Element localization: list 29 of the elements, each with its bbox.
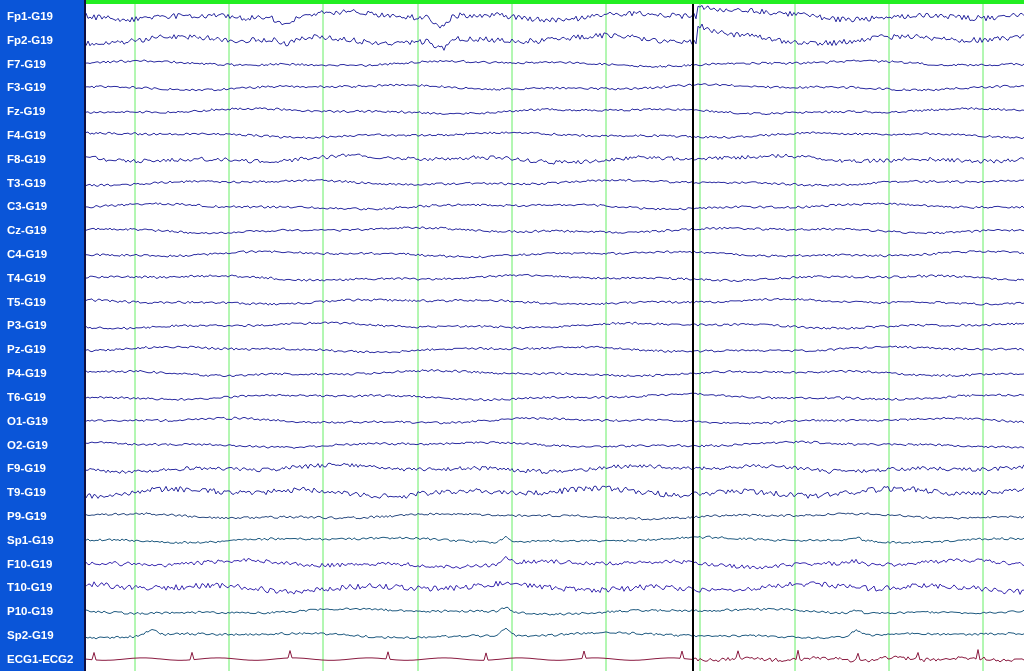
channel-label: Fz-G19 <box>6 104 47 120</box>
channel-label: O2-G19 <box>6 437 49 453</box>
channel-label: ECG1-ECG2 <box>6 651 75 667</box>
channel-label: P4-G19 <box>6 366 48 382</box>
cursor-line[interactable] <box>692 4 694 671</box>
channel-label: F8-G19 <box>6 151 47 167</box>
channel-label: T3-G19 <box>6 175 47 191</box>
channel-label: T10-G19 <box>6 580 54 596</box>
channel-label: F10-G19 <box>6 556 54 572</box>
channel-label: F3-G19 <box>6 80 47 96</box>
channel-label: T6-G19 <box>6 389 47 405</box>
channel-label: T9-G19 <box>6 485 47 501</box>
channel-label: P3-G19 <box>6 318 48 334</box>
channel-label: Sp1-G19 <box>6 532 55 548</box>
channel-label: Fp2-G19 <box>6 32 54 48</box>
channel-label: P9-G19 <box>6 508 48 524</box>
channel-label: F4-G19 <box>6 127 47 143</box>
channel-label: O1-G19 <box>6 413 49 429</box>
channel-label: C4-G19 <box>6 247 49 263</box>
channel-label: P10-G19 <box>6 604 55 620</box>
channel-label: Fp1-G19 <box>6 8 54 24</box>
channel-label: Cz-G19 <box>6 223 48 239</box>
channel-label: F7-G19 <box>6 56 47 72</box>
channel-label: F9-G19 <box>6 461 47 477</box>
channel-label: Pz-G19 <box>6 342 47 358</box>
channel-label: Sp2-G19 <box>6 628 55 644</box>
channel-label: T4-G19 <box>6 270 47 286</box>
channel-label: T5-G19 <box>6 294 47 310</box>
channel-label: C3-G19 <box>6 199 49 215</box>
